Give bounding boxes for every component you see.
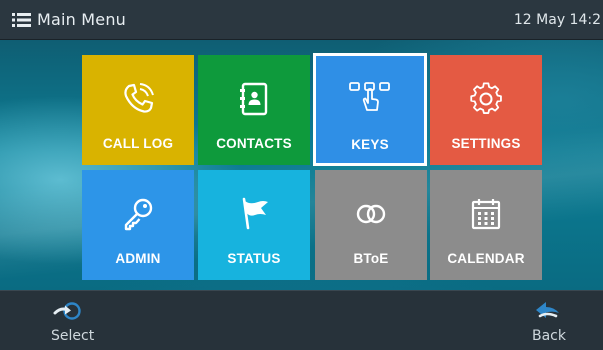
calendar-tile[interactable]: CALENDAR [430, 170, 542, 280]
admin-tile[interactable]: ADMIN [82, 170, 194, 280]
date-time-display: 12 May 14:2 [513, 12, 601, 28]
page-title: Main Menu [37, 10, 127, 29]
tile-label: CALENDAR [447, 251, 525, 266]
select-label: Select [51, 328, 95, 344]
tile-label: ADMIN [115, 251, 161, 266]
btoe-tile[interactable]: BToE [315, 170, 427, 280]
keys-tile[interactable]: KEYS [313, 53, 427, 166]
call-log-tile[interactable]: CALL LOG [82, 55, 194, 165]
tile-label: BToE [353, 251, 389, 266]
address-book-icon [240, 82, 268, 116]
flag-icon [242, 197, 268, 230]
linked-rings-icon [356, 204, 386, 224]
calendar-icon [471, 199, 501, 230]
key-press-icon [349, 82, 390, 111]
title-bar: Main Menu 12 May 14:2 [0, 0, 603, 40]
softkey-bar: Select Back [0, 290, 603, 350]
settings-tile[interactable]: SETTINGS [430, 55, 542, 165]
contacts-tile[interactable]: CONTACTS [198, 55, 310, 165]
gear-icon [470, 82, 502, 114]
back-label: Back [532, 328, 566, 344]
tile-label: CONTACTS [216, 136, 292, 151]
tile-label: KEYS [351, 137, 389, 152]
phone-handset-icon [124, 83, 154, 113]
select-softkey[interactable]: Select [30, 291, 110, 350]
tile-label: CALL LOG [102, 136, 174, 151]
tile-label: SETTINGS [451, 136, 521, 151]
select-arrow-icon [53, 302, 81, 320]
tile-label: STATUS [227, 251, 281, 266]
hamburger-menu-icon[interactable] [12, 12, 31, 27]
status-tile[interactable]: STATUS [198, 170, 310, 280]
key-icon [124, 198, 153, 231]
back-arrow-icon [536, 302, 559, 318]
menu-area: CALL LOG CONTACTS KEYS SETTINGS ADMIN ST… [0, 40, 603, 290]
back-softkey[interactable]: Back [515, 291, 595, 350]
